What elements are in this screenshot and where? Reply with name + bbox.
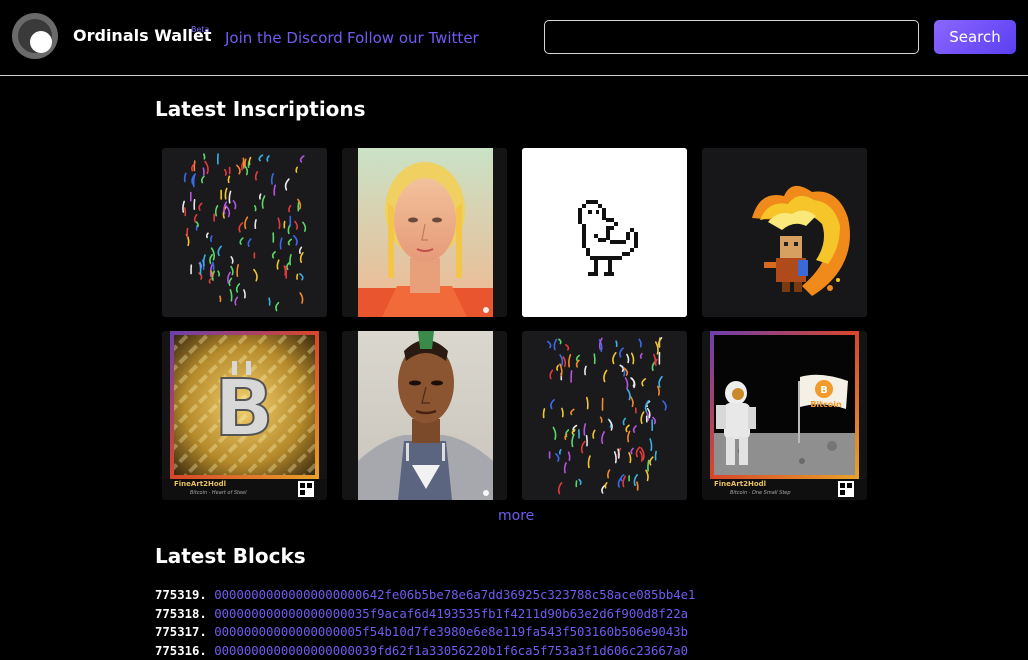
squiggle-stroke [200,263,201,275]
squiggle-stroke [297,274,298,279]
portrait-man-image [342,331,507,500]
pixel-fire-character-image [702,148,867,317]
svg-text:B: B [214,364,273,454]
nav-link-discord[interactable]: Join the Discord [225,29,343,47]
squiggle-stroke [228,176,229,182]
block-hash-link[interactable]: 0000000000000000000039fd62f1a33056220b1f… [214,644,688,658]
gold-bitcoin-caption: FineArt2Hodl [174,480,226,488]
block-row: 775316. 0000000000000000000039fd62f1a330… [155,642,695,660]
block-height: 775317. [155,625,207,639]
gold-bitcoin-subcaption: Bitcoin · Heart of Steel [190,490,247,496]
svg-text:B: B [820,385,828,396]
squiggle-stroke [269,298,270,305]
colorful-squiggles-image [162,148,327,317]
squiggle-stroke [255,220,256,228]
squiggle-stroke [220,296,221,301]
squiggle-stroke [296,167,297,172]
block-hash-link[interactable]: 00000000000000000005f54b10d7fe3980e6e8e1… [214,625,688,639]
search-button[interactable]: Search [934,20,1016,54]
inscription-card-4[interactable] [702,148,867,317]
latest-inscriptions-title: Latest Inscriptions [155,97,366,121]
squiggle-stroke [290,255,291,265]
block-hash-link[interactable]: 000000000000000000035f9acaf6d4193535fb1f… [214,607,688,621]
inscription-card-6[interactable] [342,331,507,500]
blocks-list: 775319. 00000000000000000000642fe06b5be7… [155,586,695,660]
block-height: 775319. [155,588,207,602]
beta-badge: Beta [191,25,209,34]
squiggle-stroke [194,161,195,170]
squiggle-stroke [213,262,214,269]
inscription-card-3[interactable] [522,148,687,317]
block-height: 775318. [155,607,207,621]
gold-bitcoin-image: B [162,331,327,500]
astronaut-bitcoin-flag-image: B Bitcoin [702,331,867,500]
squiggle-stroke [587,436,588,446]
squiggle-stroke [260,194,261,199]
squiggle-stroke [594,354,595,363]
inscription-card-1[interactable] [162,148,327,317]
squiggle-stroke [204,154,205,159]
squiggle-stroke [255,206,256,211]
more-inscriptions-link[interactable]: more [498,508,534,524]
inscription-card-7[interactable] [522,331,687,500]
header: Ordinals Wallet Beta Join the Discord Fo… [0,0,1028,76]
squiggle-stroke [203,168,204,175]
block-row: 775318. 000000000000000000035f9acaf6d419… [155,605,695,624]
squiggle-stroke [245,159,246,165]
astronaut-caption: FineArt2Hodl [714,480,766,488]
inscription-card-2[interactable] [342,148,507,317]
inscription-card-5[interactable]: B FineArt2Hodl Bitcoin · Heart of Steel [162,331,327,500]
latest-blocks-title: Latest Blocks [155,544,306,568]
nav-link-twitter[interactable]: Follow our Twitter [347,29,479,47]
block-row: 775317. 00000000000000000005f54b10d7fe39… [155,623,695,642]
portrait-woman-image [342,148,507,317]
block-row: 775319. 00000000000000000000642fe06b5be7… [155,586,695,605]
squiggle-stroke [185,208,186,216]
squiggle-stroke [544,409,545,418]
astronaut-flag-text: Bitcoin [810,400,842,409]
logo-icon[interactable] [12,13,58,59]
squiggle-stroke [648,461,649,471]
colorful-squiggles-image [522,331,687,500]
squiggle-stroke [655,452,656,460]
block-hash-link[interactable]: 00000000000000000000642fe06b5be78e6a7dd3… [214,588,695,602]
squiggle-stroke [659,338,660,346]
block-height: 775316. [155,644,207,658]
astronaut-subcaption: Bitcoin · One Small Step [730,490,791,496]
inscriptions-grid: B FineArt2Hodl Bitcoin · Heart of Steel [162,148,867,500]
pixel-duck-image [522,148,687,317]
squiggle-stroke [560,450,561,454]
squiggle-stroke [616,341,617,346]
squiggle-stroke [637,482,638,490]
search-input[interactable] [544,20,919,54]
inscription-card-8[interactable]: B Bitcoin FineArt2Hodl Bitcoin · One Sma… [702,331,867,500]
